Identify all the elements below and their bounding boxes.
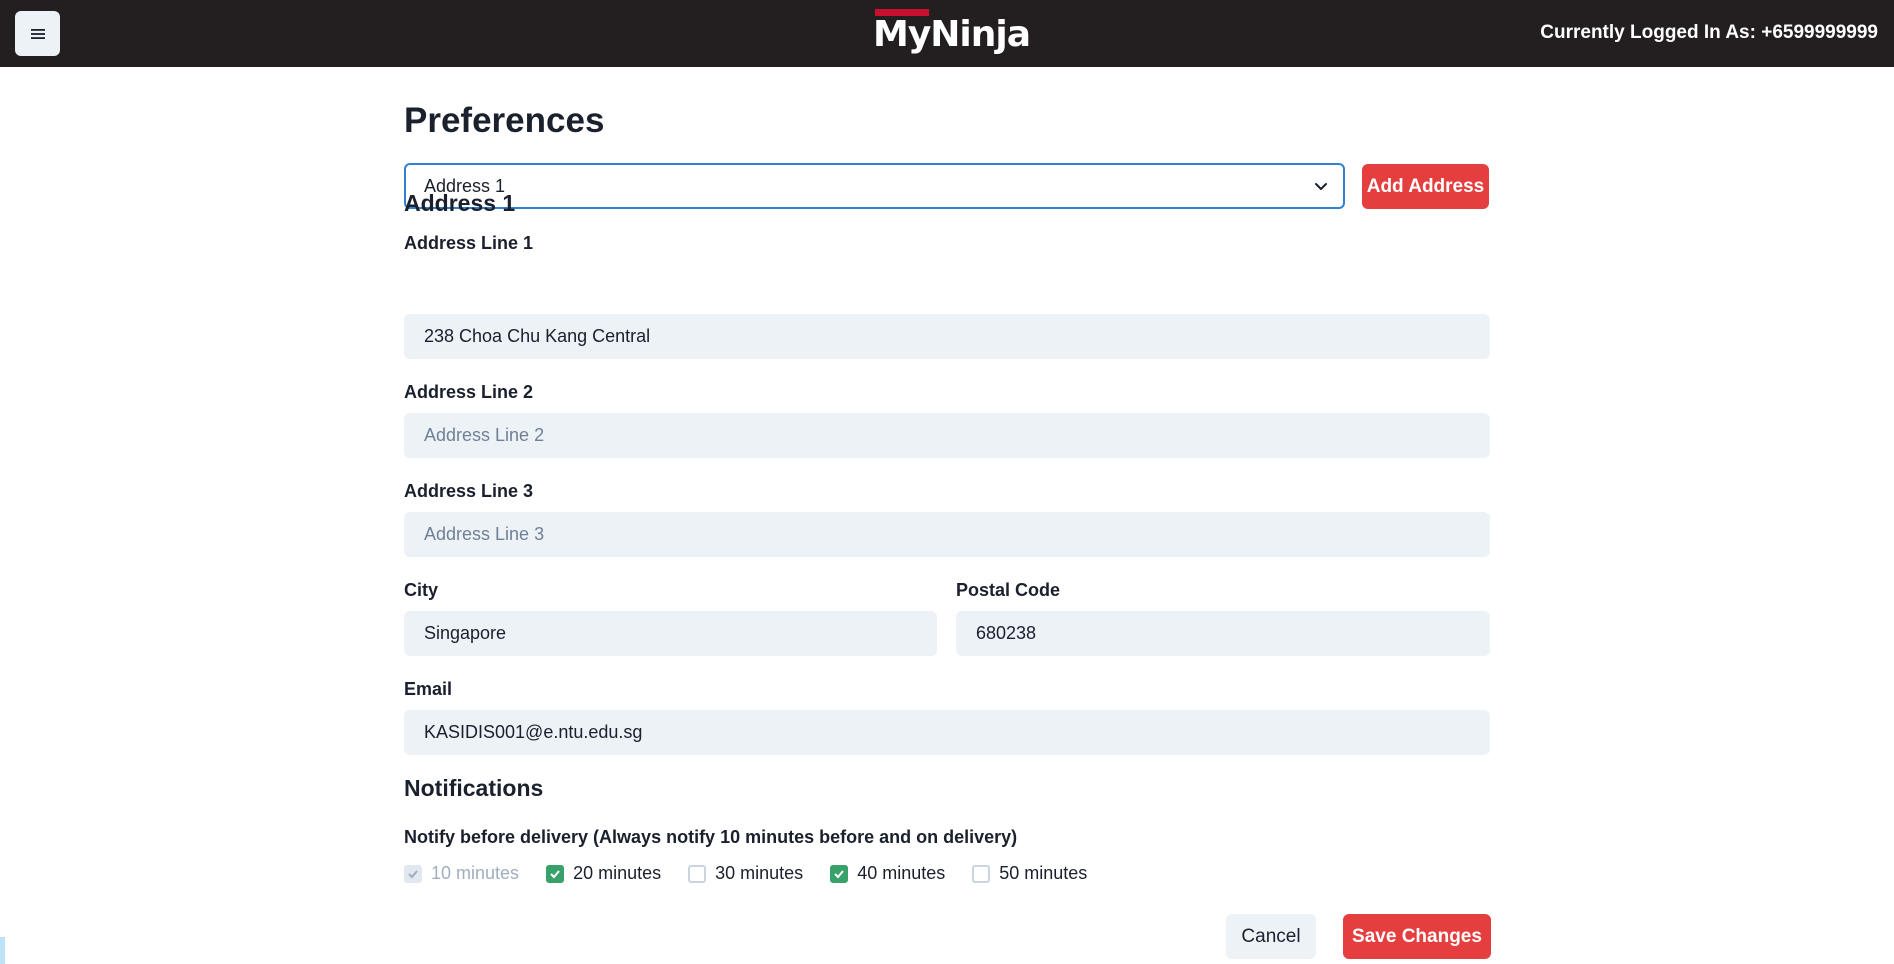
- notify-option-label: 50 minutes: [999, 863, 1088, 883]
- notify-description: Notify before delivery (Always notify 10…: [404, 827, 1018, 847]
- notify-option-label: 40 minutes: [857, 863, 946, 883]
- checkbox-unchecked[interactable]: [688, 864, 707, 883]
- logo[interactable]: MyNinja: [873, 9, 1031, 59]
- chevron-down-icon: [1315, 183, 1327, 190]
- address-line-3-input[interactable]: Address Line 3: [404, 512, 1490, 557]
- logo-text: MyNinja: [873, 14, 1031, 55]
- address-line-2-label: Address Line 2: [404, 382, 534, 402]
- postal-code-label: Postal Code: [956, 580, 1061, 600]
- city-input[interactable]: Singapore: [404, 611, 937, 656]
- check-icon: [834, 869, 844, 878]
- check-icon: [550, 869, 560, 878]
- city-label: City: [404, 580, 439, 600]
- postal-code-input[interactable]: 680238: [956, 611, 1490, 656]
- notify-option-30[interactable]: 30 minutes: [688, 863, 803, 884]
- logged-in-status: Currently Logged In As: +6599999999: [1540, 22, 1878, 43]
- notify-option-40[interactable]: 40 minutes: [830, 863, 945, 884]
- address-line-1-input[interactable]: 238 Choa Chu Kang Central: [404, 314, 1490, 359]
- hamburger-icon: [30, 28, 45, 39]
- save-changes-button[interactable]: Save Changes: [1343, 914, 1491, 959]
- menu-button[interactable]: [15, 11, 60, 56]
- page-title: Preferences: [404, 101, 605, 140]
- add-address-button[interactable]: Add Address: [1362, 164, 1489, 209]
- notifications-heading: Notifications: [404, 775, 544, 801]
- address-heading: Address 1: [404, 190, 516, 216]
- checkbox-checked[interactable]: [546, 864, 565, 883]
- address-line-3-label: Address Line 3: [404, 481, 534, 501]
- check-icon: [408, 869, 418, 878]
- notify-option-20[interactable]: 20 minutes: [546, 863, 661, 884]
- address-select[interactable]: Address 1: [404, 163, 1345, 209]
- checkbox-unchecked[interactable]: [972, 864, 991, 883]
- notify-option-50[interactable]: 50 minutes: [972, 863, 1087, 884]
- checkbox-checked-disabled: [404, 864, 422, 883]
- notify-options: 10 minutes 20 minutes 30 minutes 40 minu…: [404, 863, 1114, 884]
- address-line-1-label: Address Line 1: [404, 233, 534, 253]
- cancel-button[interactable]: Cancel: [1226, 914, 1316, 959]
- address-line-2-input[interactable]: Address Line 2: [404, 413, 1490, 458]
- email-label: Email: [404, 679, 453, 699]
- edge-indicator: [0, 937, 5, 964]
- notify-option-label: 20 minutes: [573, 863, 662, 883]
- notify-option-10: 10 minutes: [404, 863, 519, 884]
- notify-option-label: 10 minutes: [431, 863, 520, 883]
- top-navbar: MyNinja Currently Logged In As: +6599999…: [0, 0, 1894, 67]
- checkbox-checked[interactable]: [830, 864, 849, 883]
- notify-option-label: 30 minutes: [715, 863, 804, 883]
- email-input[interactable]: KASIDIS001@e.ntu.edu.sg: [404, 710, 1490, 755]
